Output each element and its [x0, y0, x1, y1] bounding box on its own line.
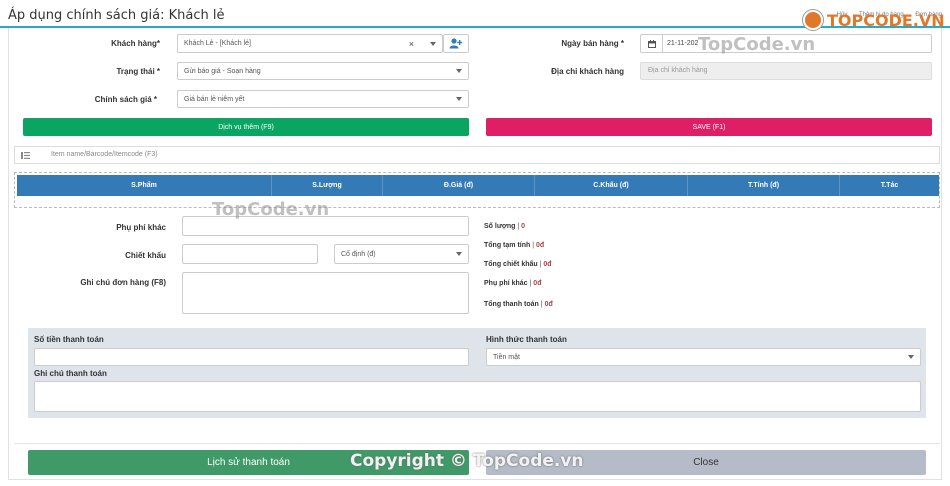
calendar-icon: [647, 39, 656, 48]
status-select[interactable]: Gửi báo giá - Soạn hàng: [177, 62, 469, 80]
chevron-down-icon: [456, 97, 462, 101]
add-customer-button[interactable]: [443, 34, 469, 53]
customer-clear-icon[interactable]: ×: [409, 39, 414, 49]
watermark-middle: TopCode.vn: [212, 199, 330, 220]
logo-mark-icon: [803, 10, 823, 30]
col-quantity: S.Lượng: [272, 175, 383, 196]
footer-divider: [14, 443, 940, 444]
address-placeholder: Địa chỉ khách hàng: [648, 67, 708, 74]
logo-text: TOPCODE.VN: [827, 10, 945, 30]
customer-value: Khách Lẻ - [Khách lẻ]: [184, 40, 251, 47]
watermark-top: TopCode.vn: [698, 34, 816, 55]
chevron-down-icon: [456, 69, 462, 73]
summary-quantity: Số lượng | 0: [484, 223, 526, 230]
product-search-bar[interactable]: Item name/Barcode/Itemcode (F3): [14, 146, 940, 164]
barcode-addon: [15, 147, 37, 163]
extra-services-button[interactable]: Dịch vụ thêm (F9): [23, 118, 469, 136]
discount-type-value: Cố định (đ): [341, 250, 376, 258]
topcode-logo: TOPCODE.VN: [803, 10, 945, 30]
customer-label: Khách hàng*: [111, 39, 160, 48]
chevron-down-icon: [430, 41, 436, 46]
order-note-label: Ghi chú đơn hàng (F8): [80, 278, 166, 287]
surcharge-label: Phụ phí khác: [116, 223, 166, 232]
discount-input[interactable]: [182, 244, 318, 264]
save-button[interactable]: SAVE (F1): [486, 118, 932, 136]
price-policy-select[interactable]: Giá bán lẻ niêm yết: [177, 90, 469, 108]
barcode-icon: [21, 151, 30, 159]
payment-method-label: Hình thức thanh toán: [486, 335, 567, 344]
summary-surcharge: Phụ phí khác | 0đ: [484, 280, 542, 287]
status-value: Gửi báo giá - Soạn hàng: [184, 67, 261, 75]
status-label: Trạng thái *: [116, 67, 160, 76]
col-discount: C.Khấu (đ): [535, 175, 688, 196]
payment-method-value: Tiền mặt: [493, 353, 520, 361]
payment-method-select[interactable]: Tiền mặt: [486, 348, 921, 366]
payment-note-label: Ghi chú thanh toán: [34, 369, 107, 378]
product-table: S.Phẩm S.Lượng Đ.Giá (đ) C.Khấu (đ) T.Tí…: [14, 172, 940, 208]
chevron-down-icon: [908, 355, 914, 359]
chevron-down-icon: [456, 252, 462, 256]
discount-type-select[interactable]: Cố định (đ): [334, 244, 469, 264]
col-unit-price: Đ.Giá (đ): [383, 175, 535, 196]
calendar-addon: [641, 35, 663, 52]
search-input[interactable]: Item name/Barcode/Itemcode (F3): [51, 151, 158, 158]
summary-total: Tổng thanh toán | 0đ: [484, 301, 553, 308]
page-title: Áp dụng chính sách giá: Khách lẻ: [8, 8, 225, 23]
summary-discount: Tổng chiết khấu | 0đ: [484, 261, 552, 268]
price-policy-value: Giá bán lẻ niêm yết: [184, 95, 245, 103]
summary-subtotal: Tổng tạm tính | 0đ: [484, 242, 545, 249]
col-total: T.Tính (đ): [688, 175, 840, 196]
payment-amount-label: Số tiền thanh toán: [34, 335, 104, 344]
add-user-icon: [449, 38, 463, 49]
sale-date-value: 21-11-202: [667, 40, 699, 47]
col-actions: T.Tác: [880, 182, 899, 189]
table-header: S.Phẩm S.Lượng Đ.Giá (đ) C.Khấu (đ) T.Tí…: [17, 175, 939, 196]
order-note-textarea[interactable]: [182, 272, 469, 314]
customer-select[interactable]: Khách Lẻ - [Khách lẻ] ×: [177, 34, 443, 53]
discount-label: Chiết khấu: [125, 251, 166, 260]
watermark-copyright: Copyright © TopCode.vn: [350, 451, 584, 471]
price-policy-label: Chính sách giá *: [94, 95, 157, 104]
col-product: S.Phẩm: [17, 175, 272, 196]
address-label: Địa chỉ khách hàng: [551, 67, 624, 76]
payment-amount-input[interactable]: [34, 348, 469, 366]
payment-note-textarea[interactable]: [34, 381, 921, 412]
sale-date-label: Ngày bán hàng *: [561, 39, 624, 48]
